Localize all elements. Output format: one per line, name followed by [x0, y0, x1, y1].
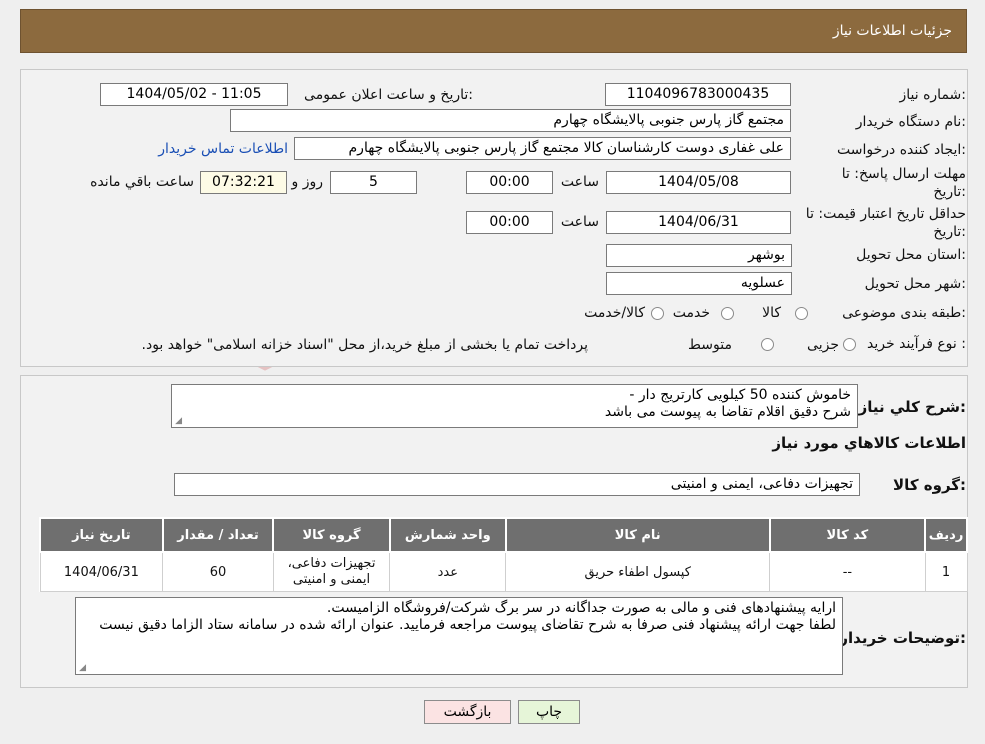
page-title: جزئیات اطلاعات نیاز — [832, 23, 952, 39]
category-radio-goods[interactable] — [795, 307, 808, 320]
col-need-date: تاریخ نیاز — [39, 517, 164, 553]
price-validity-label: حداقل تاریخ اعتبار قیمت: تا — [805, 206, 966, 222]
validity-date-field: 1404/06/31 — [606, 211, 791, 234]
buyer-notes-textarea: ارایه پیشنهادهای فنی و مالی به صورت جداگ… — [75, 597, 843, 675]
creator-label: ایجاد کننده درخواست: — [837, 142, 966, 158]
resize-grip-icon[interactable]: ◢ — [174, 417, 182, 426]
cell-goods-group: تجهیزات دفاعی، ایمنی و امنیتی — [272, 551, 391, 592]
goods-section-title: اطلاعات کالاهاي مورد نياز — [772, 434, 966, 452]
process-radio-medium[interactable] — [761, 338, 774, 351]
goods-table-header: تاریخ نیاز تعداد / مقدار گروه کالا واحد … — [39, 517, 968, 553]
description-label: شرح کلي نياز: — [858, 398, 966, 416]
need-number-field: 1104096783000435 — [605, 83, 791, 106]
col-row-number: رديف — [924, 517, 968, 553]
page-header: جزئیات اطلاعات نیاز — [20, 9, 967, 53]
description-textarea: خاموش کننده 50 کیلویی کارتریج دار - شرح … — [171, 384, 858, 428]
goods-group-label: گروه کالا: — [893, 476, 966, 494]
col-unit: واحد شمارش — [388, 517, 507, 553]
cell-need-date: 1404/06/31 — [39, 551, 164, 592]
category-option-service: خدمت — [672, 305, 710, 321]
description-line-2: شرح دقیق اقلام تقاضا به پیوست می باشد — [604, 404, 851, 420]
announce-label: تاریخ و ساعت اعلان عمومی: — [304, 87, 473, 103]
cell-unit: عدد — [389, 551, 507, 592]
table-row: 1404/06/31 60 تجهیزات دفاعی، ایمنی و امن… — [39, 551, 968, 592]
reply-deadline-label: مهلت ارسال پاسخ: تا — [841, 166, 966, 182]
province-field: بوشهر — [606, 244, 792, 267]
category-radio-goods-service[interactable] — [651, 307, 664, 320]
category-option-goods: کالا — [762, 305, 781, 321]
reply-date-field: 1404/05/08 — [606, 171, 791, 194]
cell-quantity: 60 — [162, 551, 274, 592]
category-option-goods-service: کالا/خدمت — [584, 305, 645, 321]
cell-goods-name: کپسول اطفاء حریق — [505, 551, 771, 592]
col-goods-code: کد کالا — [768, 517, 927, 553]
buyer-contact-link[interactable]: اطلاعات تماس خریدار — [158, 141, 288, 157]
remaining-time-label: ساعت باقي مانده — [90, 174, 194, 190]
city-label: شهر محل تحویل: — [864, 276, 966, 292]
province-label: استان محل تحویل: — [856, 247, 966, 263]
days-label: روز و — [291, 174, 324, 190]
validity-time-label: ساعت — [560, 214, 599, 230]
back-button[interactable]: بازگشت — [424, 700, 511, 724]
goods-group-field: تجهیزات دفاعی، ایمنی و امنیتی — [174, 473, 860, 496]
validity-time-field: 00:00 — [466, 211, 553, 234]
reply-time-label: ساعت — [560, 174, 599, 190]
buyer-notes-line-2: لطفا جهت ارائه پیشنهاد فنی صرفا به شرح ت… — [99, 617, 836, 633]
process-option-partial: جزیی — [807, 337, 839, 353]
price-validity-label-2: تاریخ: — [933, 224, 966, 240]
process-label: نوع فرآیند خرید : — [867, 336, 966, 352]
cell-goods-code: -- — [769, 551, 926, 592]
process-note: پرداخت تمام یا بخشی از مبلغ خرید،از محل … — [141, 337, 588, 353]
need-number-label: شماره نیاز: — [899, 87, 966, 103]
buyer-field: مجتمع گاز پارس جنوبی پالایشگاه چهارم — [230, 109, 791, 132]
days-field: 5 — [330, 171, 417, 194]
resize-grip-icon[interactable]: ◢ — [78, 664, 86, 673]
buyer-notes-label: توضیحات خریدار: — [839, 629, 966, 647]
buyer-notes-line-1: ارایه پیشنهادهای فنی و مالی به صورت جداگ… — [326, 600, 836, 616]
cell-row-number: 1 — [924, 551, 968, 592]
goods-table: تاریخ نیاز تعداد / مقدار گروه کالا واحد … — [39, 517, 968, 592]
process-option-medium: متوسط — [688, 337, 732, 353]
buyer-label: نام دستگاه خریدار: — [855, 114, 966, 130]
creator-field: علی غفاری دوست کارشناسان کالا مجتمع گاز … — [294, 137, 791, 160]
category-label: طبقه بندی موضوعی: — [842, 305, 966, 321]
announce-datetime-field: 1404/05/02 - 11:05 — [100, 83, 288, 106]
reply-deadline-label-2: تاریخ: — [933, 184, 966, 200]
remaining-time-field: 07:32:21 — [200, 171, 287, 194]
process-radio-partial[interactable] — [843, 338, 856, 351]
reply-time-field: 00:00 — [466, 171, 553, 194]
col-goods-group: گروه کالا — [272, 517, 391, 553]
description-line-1: خاموش کننده 50 کیلویی کارتریج دار - — [629, 387, 851, 403]
print-button[interactable]: چاپ — [518, 700, 580, 724]
col-quantity: تعداد / مقدار — [161, 517, 275, 553]
col-goods-name: نام کالا — [504, 517, 771, 553]
category-radio-service[interactable] — [721, 307, 734, 320]
city-field: عسلویه — [606, 272, 792, 295]
